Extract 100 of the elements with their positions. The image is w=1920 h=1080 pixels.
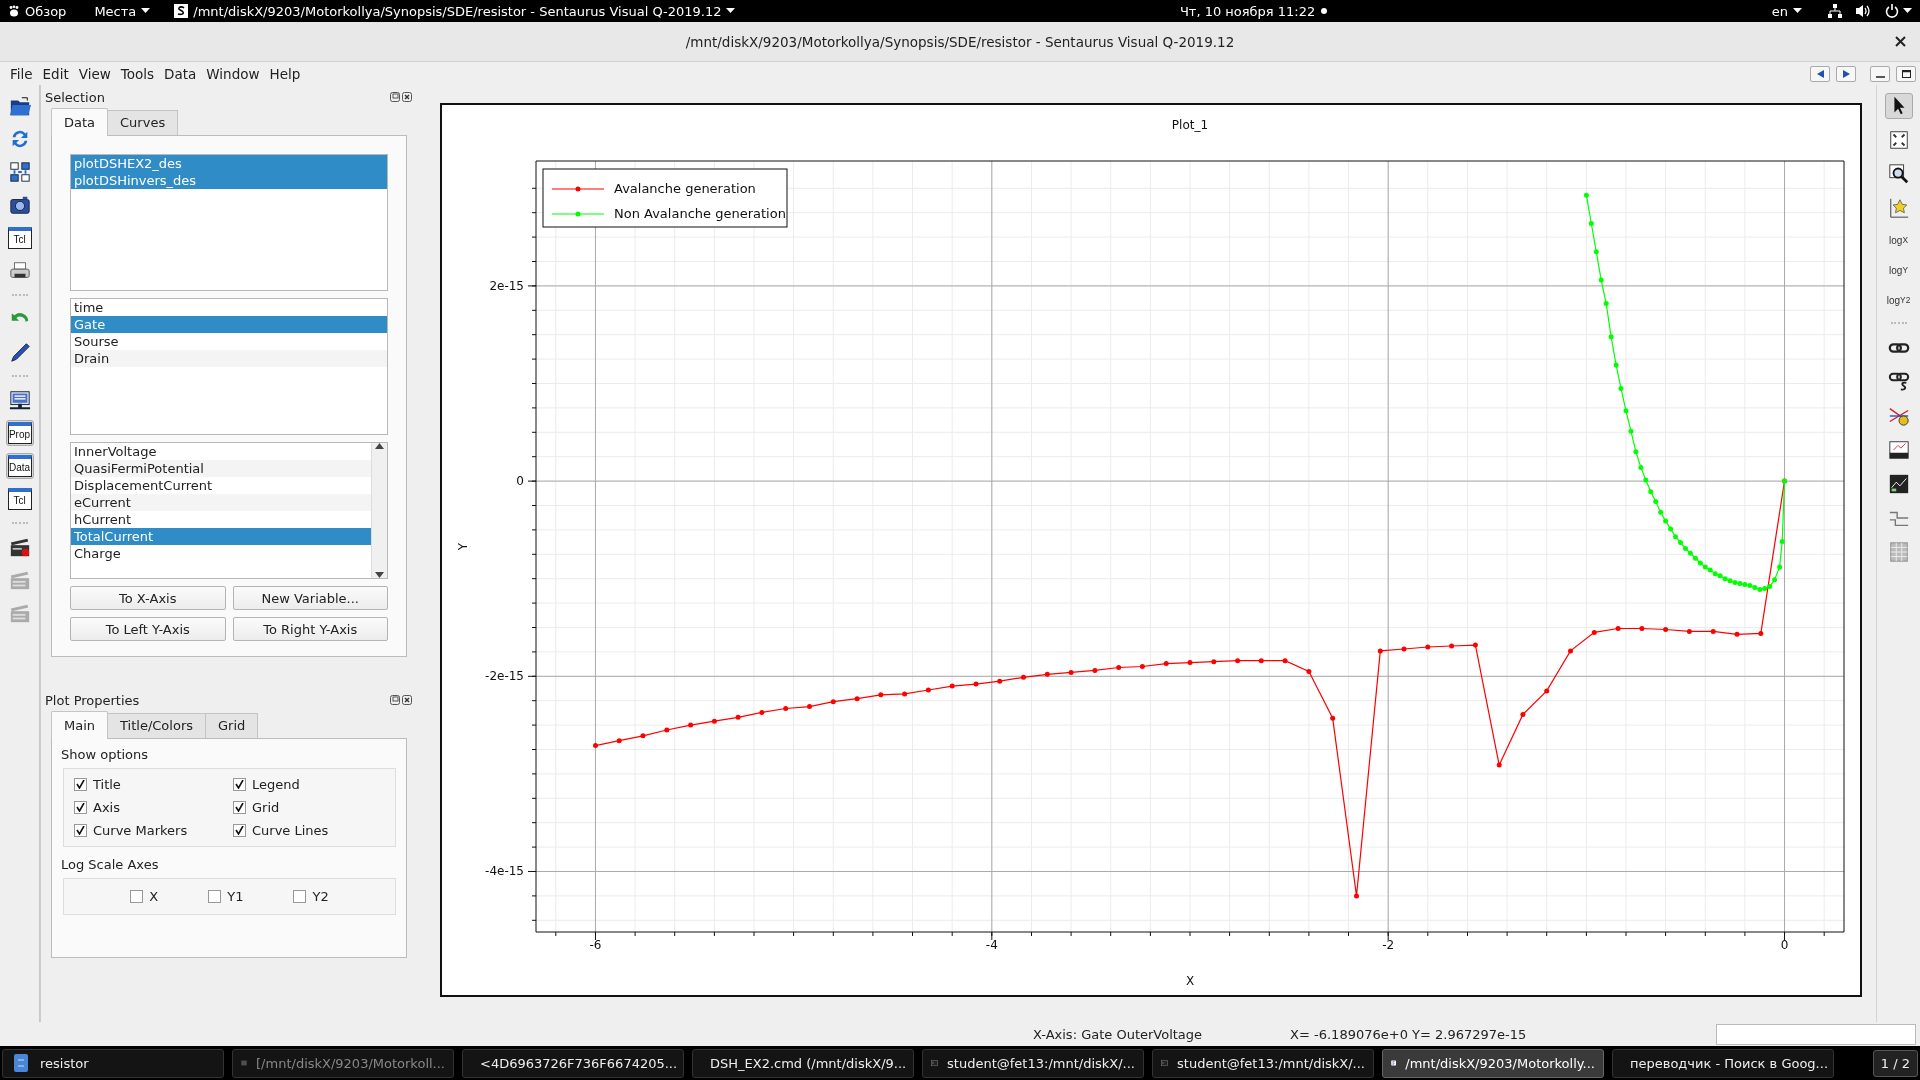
toolbar-button[interactable]: Prop — [7, 422, 32, 444]
list-item[interactable]: Gate — [71, 316, 387, 333]
close-icon[interactable] — [402, 695, 412, 705]
group-title: Log Scale Axes — [61, 857, 160, 874]
taskbar-item[interactable]: <4D6963726F736F6674205... — [462, 1048, 684, 1078]
data-point — [1734, 631, 1740, 637]
tab[interactable]: Grid — [205, 713, 259, 738]
menu-item[interactable]: Tools — [114, 65, 159, 82]
data-point — [1330, 715, 1336, 721]
close-icon[interactable] — [1895, 36, 1906, 47]
workspace-switcher[interactable]: 1 / 2 — [1872, 1049, 1918, 1077]
menu-item[interactable]: Data — [158, 65, 201, 82]
clapperboard-icon[interactable] — [8, 536, 31, 558]
transfer-icon[interactable] — [8, 161, 31, 183]
volume-icon[interactable] — [1856, 4, 1871, 18]
checkbox[interactable] — [293, 890, 307, 903]
data-point — [1211, 659, 1217, 665]
list-item[interactable]: Charge — [71, 545, 371, 562]
menu-item[interactable]: Window — [200, 65, 264, 82]
camera-icon[interactable] — [8, 194, 31, 216]
action-button[interactable]: To Right Y-Axis — [232, 617, 388, 641]
checkbox-label: Y1 — [227, 889, 244, 904]
clock[interactable]: Чт, 10 ноября 11:22 — [1179, 3, 1316, 19]
action-button[interactable]: New Variable... — [232, 586, 388, 610]
data-point — [1472, 642, 1478, 648]
legend-marker-icon — [551, 211, 605, 217]
menu-item[interactable]: Help — [263, 65, 305, 82]
places-menu[interactable]: Места — [94, 3, 151, 19]
list-item[interactable]: QuasiFermiPotential — [71, 460, 371, 477]
taskbar-item[interactable]: student@fet13:/mnt/diskX/... — [922, 1048, 1144, 1078]
list-item[interactable]: Drain — [71, 350, 387, 367]
folder-icon[interactable] — [8, 95, 31, 117]
maximize-icon[interactable] — [1901, 69, 1911, 78]
taskbar-item[interactable]: [/mnt/diskX/9203/Motorkoll... — [232, 1048, 454, 1078]
float-icon[interactable] — [390, 695, 400, 705]
list-item[interactable]: plotDSHEX2_des — [71, 155, 387, 172]
list-item[interactable]: plotDSHinvers_des — [71, 172, 387, 189]
float-icon[interactable] — [390, 92, 400, 102]
checkbox[interactable] — [233, 824, 246, 837]
network-icon[interactable] — [1828, 4, 1842, 18]
monitor-icon[interactable] — [8, 389, 31, 411]
action-button[interactable]: To Left Y-Axis — [70, 617, 226, 641]
checkbox[interactable] — [208, 890, 222, 903]
action-button[interactable]: To X-Axis — [70, 586, 226, 610]
tab[interactable]: Curves — [107, 110, 179, 135]
checkbox[interactable] — [233, 801, 246, 814]
chart-icon[interactable] — [1887, 473, 1910, 495]
activities-button[interactable]: Обзор — [8, 3, 67, 19]
menu-item[interactable]: View — [72, 65, 115, 82]
menu-item[interactable]: File — [4, 65, 37, 82]
tick-label: -4e-15 — [485, 864, 524, 879]
caret-icon — [726, 8, 736, 14]
toolbar-button[interactable]: Tcl — [7, 227, 32, 249]
data-point — [1603, 301, 1609, 306]
zoom-icon[interactable] — [1887, 163, 1910, 185]
list-item[interactable]: eCurrent — [71, 494, 371, 511]
scroll-up-icon[interactable] — [375, 443, 384, 449]
close-icon[interactable] — [402, 92, 412, 102]
checkbox[interactable] — [74, 778, 87, 791]
curves-icon[interactable] — [1887, 405, 1910, 427]
checkbox[interactable] — [233, 778, 246, 791]
data-point — [711, 718, 717, 724]
scroll-down-icon[interactable] — [375, 572, 384, 578]
data-point — [1583, 192, 1589, 198]
checkbox[interactable] — [74, 824, 87, 837]
scrollbar[interactable] — [371, 443, 387, 578]
next-icon[interactable] — [1842, 69, 1850, 78]
toolbar-button[interactable]: Tcl — [7, 488, 32, 510]
tab[interactable]: Main — [51, 711, 109, 739]
tab[interactable]: Data — [51, 108, 109, 136]
pen-icon[interactable] — [8, 341, 31, 363]
data-point — [616, 738, 622, 744]
data-point — [1116, 665, 1122, 670]
language-menu[interactable]: en — [1771, 3, 1802, 19]
data-point — [949, 683, 955, 689]
star-icon[interactable] — [1887, 197, 1910, 219]
toolbar-button[interactable]: Data — [7, 455, 32, 477]
tab[interactable]: Title/Colors — [107, 713, 206, 738]
checkbox[interactable] — [74, 801, 87, 814]
taskbar-item[interactable]: resistor — [2, 1048, 224, 1078]
taskbar-item[interactable]: student@fet13:/mnt/diskX/... — [1152, 1048, 1374, 1078]
list-item[interactable]: hCurrent — [71, 511, 371, 528]
gauge-icon[interactable] — [1887, 439, 1910, 461]
menu-item[interactable]: Edit — [36, 65, 73, 82]
taskbar-item[interactable]: DSH_EX2.cmd (/mnt/diskX/9... — [692, 1048, 914, 1078]
taskbar-item[interactable]: /mnt/diskX/9203/Motorkolly... — [1382, 1048, 1604, 1078]
power-icon[interactable] — [1885, 4, 1899, 18]
list-item[interactable]: time — [71, 299, 387, 316]
app-menu[interactable]: /mnt/diskX/9203/Motorkollya/Synopsis/SDE/resistor - Sentaurus Visual Q-2019.12 — [174, 3, 736, 19]
taskbar-item[interactable]: переводчик - Поиск в Goog... — [1612, 1048, 1834, 1078]
list-item[interactable]: InnerVoltage — [71, 443, 371, 460]
input-field[interactable] — [1716, 1023, 1916, 1045]
checkbox[interactable] — [130, 890, 144, 903]
previous-icon[interactable] — [1816, 69, 1824, 78]
link-icon[interactable] — [1887, 371, 1910, 393]
list-item[interactable]: TotalCurrent — [71, 528, 371, 545]
frame-icon[interactable] — [1887, 129, 1910, 151]
list-item[interactable]: DisplacementCurrent — [71, 477, 371, 494]
list-item[interactable]: Sourse — [71, 333, 387, 350]
data-point — [1779, 539, 1785, 545]
